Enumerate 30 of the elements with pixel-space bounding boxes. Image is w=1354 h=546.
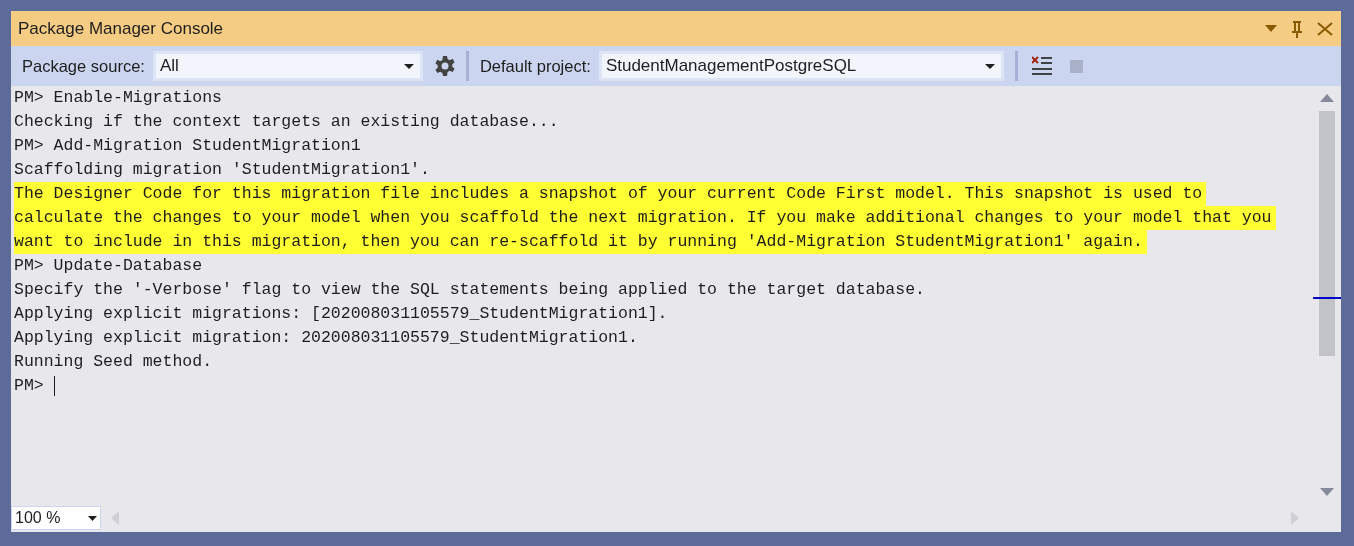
caret-icon <box>88 515 97 521</box>
text-cursor <box>53 375 55 396</box>
package-source-dropdown[interactable]: All <box>152 51 423 81</box>
output-line: PM> Enable-Migrations <box>14 87 223 109</box>
output-line: PM> Add-Migration StudentMigration1 <box>14 135 362 157</box>
zoom-dropdown[interactable]: 100 % <box>11 506 101 530</box>
caret-position-marker <box>1313 297 1341 299</box>
scrollbar-thumb[interactable] <box>1319 111 1335 356</box>
output-line: Applying explicit migration: 202008031105579_StudentMigration1. <box>14 327 639 349</box>
caret-icon <box>403 63 414 69</box>
dropdown-icon[interactable] <box>1265 25 1277 32</box>
caret-icon <box>984 63 995 69</box>
prompt-text: PM> <box>14 375 45 397</box>
output-line: Checking if the context targets an existing database... <box>14 111 560 133</box>
package-source-label: Package source: <box>22 56 145 76</box>
pin-icon[interactable] <box>1291 19 1303 38</box>
output-line: PM> Update-Database <box>14 255 204 277</box>
scroll-up-icon[interactable] <box>1320 94 1334 102</box>
default-project-dropdown[interactable]: StudentManagementPostgreSQL <box>598 51 1004 81</box>
close-icon[interactable] <box>1317 21 1333 36</box>
settings-icon[interactable] <box>434 56 455 76</box>
clear-console-icon[interactable] <box>1031 55 1052 77</box>
scroll-down-icon[interactable] <box>1320 488 1334 496</box>
window-title: Package Manager Console <box>18 18 225 39</box>
output-line: Applying explicit migrations: [202008031105579_StudentMigration1]. <box>14 303 669 325</box>
output-line: Specify the '-Verbose' flag to view the SQL statements being applied to the target database. <box>14 279 926 301</box>
output-line: Running Seed method. <box>14 351 214 373</box>
output-line: Scaffolding migration 'StudentMigration1'. <box>14 159 431 181</box>
vertical-scrollbar[interactable] <box>1319 92 1335 496</box>
default-project-label: Default project: <box>479 56 591 76</box>
